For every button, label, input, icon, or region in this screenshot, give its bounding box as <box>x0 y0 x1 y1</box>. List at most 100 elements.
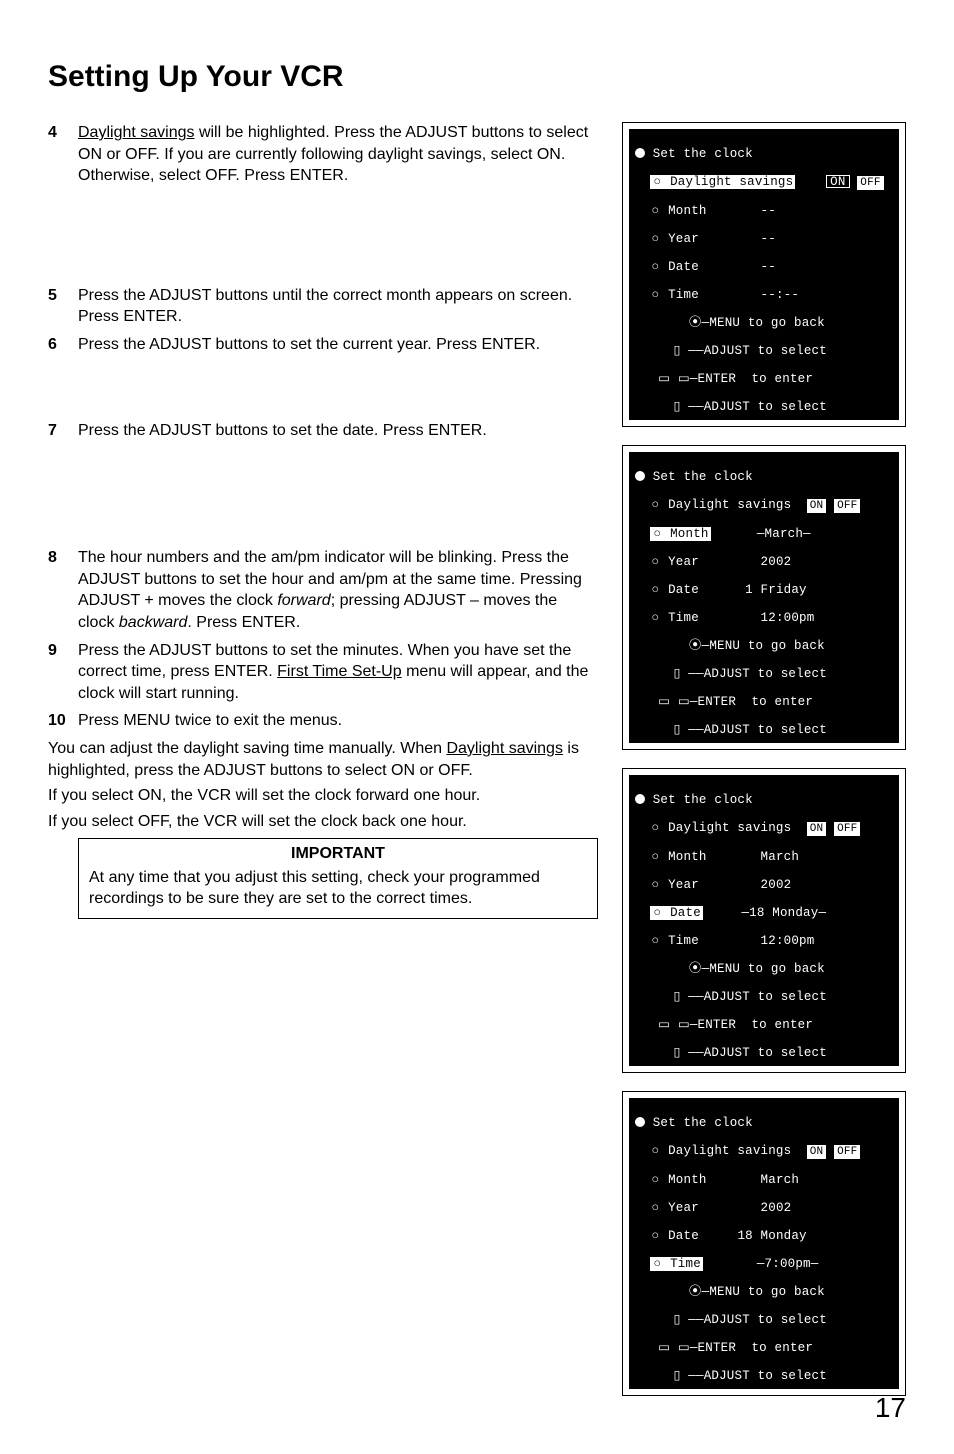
osd-hint: MENU to go back <box>709 962 825 976</box>
osd-date-label: Date <box>668 1229 699 1243</box>
osd-off: OFF <box>834 822 860 836</box>
clock-icon <box>635 471 645 481</box>
osd-time-val: 12:00pm <box>761 934 815 948</box>
step-9: 9 Press the ADJUST buttons to set the mi… <box>48 640 598 705</box>
osd-hint: ADJUST to select <box>704 990 827 1004</box>
step-5: 5 Press the ADJUST buttons until the cor… <box>48 285 598 328</box>
osd-date-val: 1 Friday <box>745 583 807 597</box>
step-body: Press MENU twice to exit the menus. <box>78 710 598 732</box>
osd-date-val: -- <box>761 260 776 274</box>
osd-hint: ADJUST to select <box>704 1313 827 1327</box>
osd-month-val: —March— <box>757 527 811 541</box>
osd-hint: ENTER to enter <box>698 372 814 386</box>
step-number: 7 <box>48 420 78 442</box>
osd-time-val: 12:00pm <box>761 611 815 625</box>
step-body: Press the ADJUST buttons to set the curr… <box>78 334 598 356</box>
osd-hint: ADJUST to select <box>704 1046 827 1060</box>
osd-year-val: -- <box>761 232 776 246</box>
osd-month-label: Month <box>668 1173 707 1187</box>
paragraph-on: If you select ON, the VCR will set the c… <box>48 785 598 807</box>
step-number: 8 <box>48 547 78 633</box>
step4-underline: Daylight savings <box>78 124 195 141</box>
osd-off: OFF <box>857 176 883 190</box>
osd-hint: ADJUST to select <box>704 344 827 358</box>
osd-hint: ENTER to enter <box>698 1018 814 1032</box>
osd-column: Set the clock ○ Daylight savings ON OFF … <box>622 122 906 1414</box>
osd-header: Set the clock <box>653 1116 753 1130</box>
page-title: Setting Up Your VCR <box>48 60 906 94</box>
osd-month-label: Month <box>668 850 707 864</box>
osd-month-label: Month <box>670 527 709 541</box>
paragraph-daylight-adjust: You can adjust the daylight saving time … <box>48 738 598 781</box>
t: You can adjust the daylight saving time … <box>48 740 446 757</box>
osd-on: ON <box>826 175 849 188</box>
osd-on: ON <box>807 1145 827 1159</box>
osd-month-val: -- <box>761 204 776 218</box>
step-body: Press the ADJUST buttons to set the date… <box>78 420 598 442</box>
osd-daylight: Daylight savings <box>670 175 793 189</box>
osd-daylight: Daylight savings <box>668 821 791 835</box>
osd-month-label: Month <box>668 204 707 218</box>
osd-time-val: —7:00pm— <box>757 1257 819 1271</box>
step-8: 8 The hour numbers and the am/pm indicat… <box>48 547 598 633</box>
osd-hint: ADJUST to select <box>704 400 827 414</box>
osd-date-label: Date <box>668 583 699 597</box>
t: First Time Set-Up <box>277 663 401 680</box>
step-4: 4 Daylight savings will be highlighted. … <box>48 122 598 187</box>
osd-year-val: 2002 <box>761 1201 792 1215</box>
osd-year-label: Year <box>668 555 699 569</box>
osd-date-val: 18 Monday <box>737 1229 806 1243</box>
osd-hint: ENTER to enter <box>698 1341 814 1355</box>
important-title: IMPORTANT <box>89 843 587 865</box>
osd-time-val: --:-- <box>761 288 800 302</box>
important-body: At any time that you adjust this setting… <box>89 867 587 910</box>
osd-hint: MENU to go back <box>709 1285 825 1299</box>
osd-year-label: Year <box>668 1201 699 1215</box>
osd-screenshot-1: Set the clock ○ Daylight savings ON OFF … <box>622 122 906 427</box>
paragraph-off: If you select OFF, the VCR will set the … <box>48 811 598 833</box>
osd-date-label: Date <box>670 906 701 920</box>
osd-month-val: March <box>761 1173 800 1187</box>
step-7: 7 Press the ADJUST buttons to set the da… <box>48 420 598 442</box>
osd-date-label: Date <box>668 260 699 274</box>
step-body: Press the ADJUST buttons until the corre… <box>78 285 598 328</box>
step-body: Press the ADJUST buttons to set the minu… <box>78 640 598 705</box>
osd-daylight: Daylight savings <box>668 498 791 512</box>
step-6: 6 Press the ADJUST buttons to set the cu… <box>48 334 598 356</box>
osd-header: Set the clock <box>653 470 753 484</box>
page-number: 17 <box>875 1392 906 1424</box>
step-body: Daylight savings will be highlighted. Pr… <box>78 122 598 187</box>
osd-hint: MENU to go back <box>709 639 825 653</box>
osd-on: ON <box>807 499 827 513</box>
important-box: IMPORTANT At any time that you adjust th… <box>78 838 598 919</box>
instruction-column: 4 Daylight savings will be highlighted. … <box>48 122 598 919</box>
osd-month-val: March <box>761 850 800 864</box>
osd-hint: ADJUST to select <box>704 1369 827 1383</box>
osd-on: ON <box>807 822 827 836</box>
osd-daylight: Daylight savings <box>668 1144 791 1158</box>
osd-hint: ADJUST to select <box>704 723 827 737</box>
step-body: The hour numbers and the am/pm indicator… <box>78 547 598 633</box>
step-number: 10 <box>48 710 78 732</box>
osd-date-val: —18 Monday— <box>741 906 826 920</box>
step-number: 6 <box>48 334 78 356</box>
t: Daylight savings <box>446 740 563 757</box>
osd-year-val: 2002 <box>761 555 792 569</box>
osd-header: Set the clock <box>653 793 753 807</box>
clock-icon <box>635 794 645 804</box>
t: forward <box>277 592 330 609</box>
osd-screenshot-4: Set the clock ○ Daylight savings ON OFF … <box>622 1091 906 1396</box>
osd-time-label: Time <box>670 1257 701 1271</box>
osd-year-label: Year <box>668 232 699 246</box>
osd-hint: ENTER to enter <box>698 695 814 709</box>
step-number: 9 <box>48 640 78 705</box>
t: backward <box>119 614 187 631</box>
osd-off: OFF <box>834 499 860 513</box>
osd-screenshot-3: Set the clock ○ Daylight savings ON OFF … <box>622 768 906 1073</box>
osd-screenshot-2: Set the clock ○ Daylight savings ON OFF … <box>622 445 906 750</box>
step-number: 5 <box>48 285 78 328</box>
osd-year-label: Year <box>668 878 699 892</box>
t: . Press ENTER. <box>187 614 300 631</box>
osd-time-label: Time <box>668 611 699 625</box>
osd-time-label: Time <box>668 288 699 302</box>
